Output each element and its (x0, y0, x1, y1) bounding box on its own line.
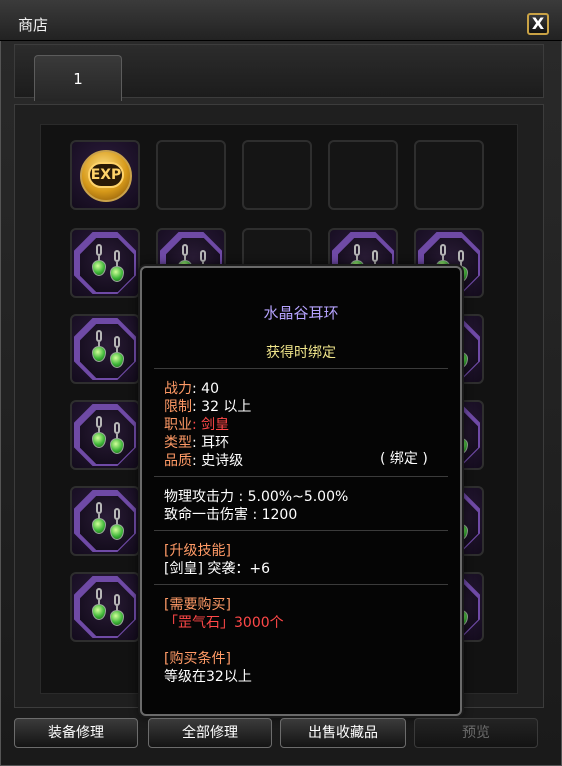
bound-tag: ( 绑定 ) (380, 451, 428, 467)
stat-label: 品质 (164, 453, 192, 469)
item-name: 水晶谷耳环 (263, 304, 339, 322)
item-slot[interactable] (70, 228, 140, 298)
condition-line: 等级在32以上 (164, 669, 252, 685)
stat-class: 职业: 剑皇 (164, 414, 229, 434)
item-frame (74, 404, 136, 466)
stat-label: 战力 (164, 381, 192, 397)
empty-slot[interactable] (156, 140, 226, 210)
tab-label: 1 (73, 70, 83, 88)
requirement-header: [需要购买] (164, 597, 231, 613)
skill-line: [剑皇] 突袭：+6 (164, 561, 271, 577)
item-frame (74, 490, 136, 552)
sell-collection-button[interactable]: 出售收藏品 (280, 718, 406, 748)
empty-slot[interactable] (242, 140, 312, 210)
close-icon: X (531, 14, 545, 33)
green-crystal-earring-icon (80, 238, 134, 292)
divider (154, 584, 448, 585)
green-crystal-earring-icon (80, 496, 134, 550)
stat-label: 限制 (164, 399, 192, 415)
stat-value: : 耳环 (192, 435, 230, 451)
empty-slot[interactable] (328, 140, 398, 210)
bind-status: 获得时绑定 (266, 345, 336, 361)
divider (154, 368, 448, 369)
repair-all-button[interactable]: 全部修理 (148, 718, 272, 748)
stat-value: : 40 (192, 381, 219, 397)
attr-crit-damage: 致命一击伤害 : 1200 (164, 507, 298, 523)
requirement-line: 「罡气石」3000个 (164, 615, 284, 631)
stat-value: : 剑皇 (192, 417, 230, 433)
item-slot[interactable] (70, 572, 140, 642)
exp-coin-icon: EXP (80, 150, 132, 202)
stat-quality: 品质: 史诗级 (164, 450, 243, 470)
green-crystal-earring-icon (80, 410, 134, 464)
divider (154, 530, 448, 531)
green-crystal-earring-icon (80, 324, 134, 378)
skill-header: [升级技能] (164, 543, 231, 559)
stat-type: 类型: 耳环 (164, 432, 229, 452)
stat-label: 类型 (164, 435, 192, 451)
green-crystal-earring-icon (80, 582, 134, 636)
attr-phys-attack: 物理攻击力 : 5.00%~5.00% (164, 489, 349, 505)
divider (154, 476, 448, 477)
empty-slot[interactable] (414, 140, 484, 210)
exp-label: EXP (88, 162, 124, 188)
item-slot[interactable] (70, 486, 140, 556)
item-slot[interactable]: EXP (70, 140, 140, 210)
item-frame (74, 576, 136, 638)
item-tooltip: 水晶谷耳环 获得时绑定 战力: 40 限制: 32 以上 职业: 剑皇 类型: … (140, 266, 462, 716)
item-slot[interactable] (70, 400, 140, 470)
title-bar: 商店 X (0, 0, 562, 41)
item-slot[interactable] (70, 314, 140, 384)
preview-button[interactable]: 预览 (414, 718, 538, 748)
condition-header: [购买条件] (164, 651, 231, 667)
item-frame (74, 318, 136, 380)
item-frame (74, 232, 136, 294)
tab-page-1[interactable]: 1 (34, 55, 122, 101)
repair-button[interactable]: 装备修理 (14, 718, 138, 748)
window-title: 商店 (18, 16, 49, 34)
stat-limit: 限制: 32 以上 (164, 396, 251, 416)
stat-label: 职业 (164, 417, 192, 433)
close-button[interactable]: X (527, 13, 549, 35)
stat-power: 战力: 40 (164, 378, 219, 398)
stat-value: : 32 以上 (192, 399, 252, 415)
stat-value: : 史诗级 (192, 453, 244, 469)
